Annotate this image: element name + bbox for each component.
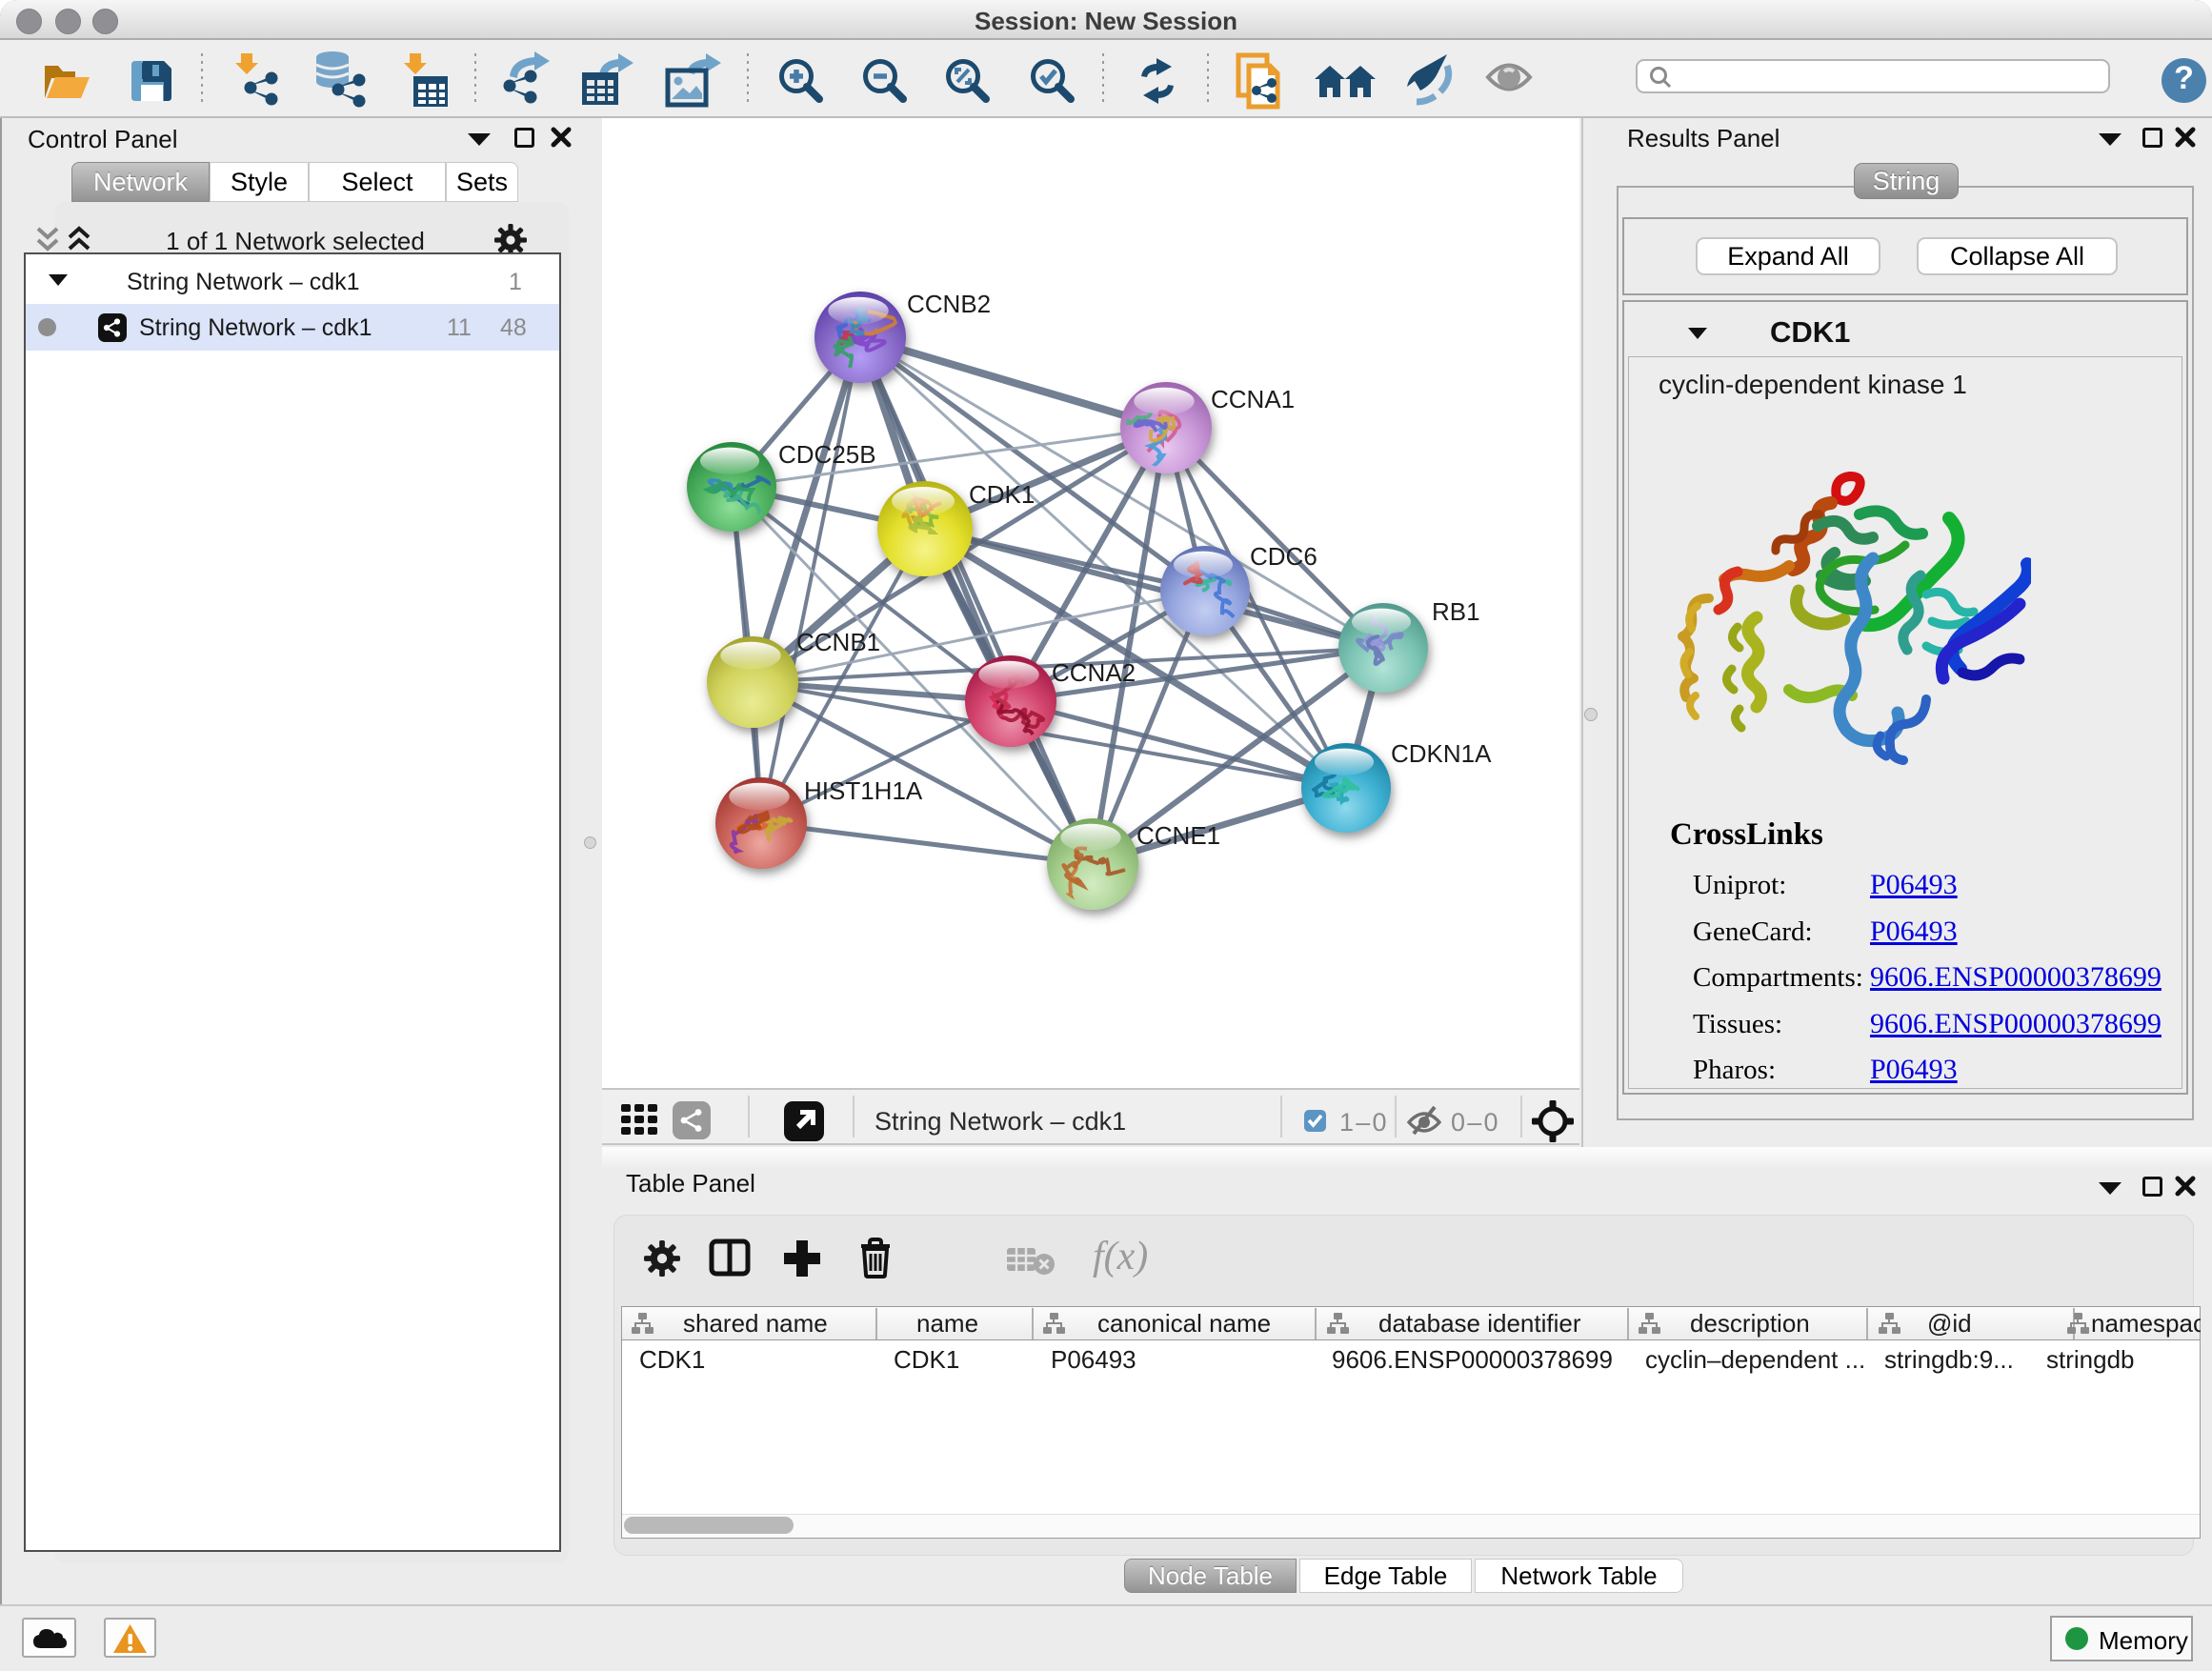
svg-text:canonical name: canonical name <box>1097 1309 1271 1338</box>
svg-text:database identifier: database identifier <box>1378 1309 1581 1338</box>
svg-text:CCNA2: CCNA2 <box>1052 658 1136 687</box>
svg-text:CDK1: CDK1 <box>969 480 1035 509</box>
svg-text:@id: @id <box>1927 1309 1972 1338</box>
svg-text:description: description <box>1690 1309 1810 1338</box>
svg-text:CCNA1: CCNA1 <box>1211 385 1295 413</box>
svg-text:CDC25B: CDC25B <box>778 440 876 469</box>
svg-text:RB1: RB1 <box>1432 597 1480 626</box>
svg-text:shared name: shared name <box>683 1309 828 1338</box>
svg-text:CCNB1: CCNB1 <box>796 628 880 656</box>
svg-text:CCNB2: CCNB2 <box>907 290 991 318</box>
svg-text:CCNE1: CCNE1 <box>1136 821 1220 850</box>
svg-text:name: name <box>916 1309 978 1338</box>
svg-text:HIST1H1A: HIST1H1A <box>804 776 923 805</box>
svg-text:namespac: namespac <box>2091 1309 2201 1338</box>
svg-text:CDC6: CDC6 <box>1250 542 1317 571</box>
svg-text:CDKN1A: CDKN1A <box>1391 739 1492 768</box>
